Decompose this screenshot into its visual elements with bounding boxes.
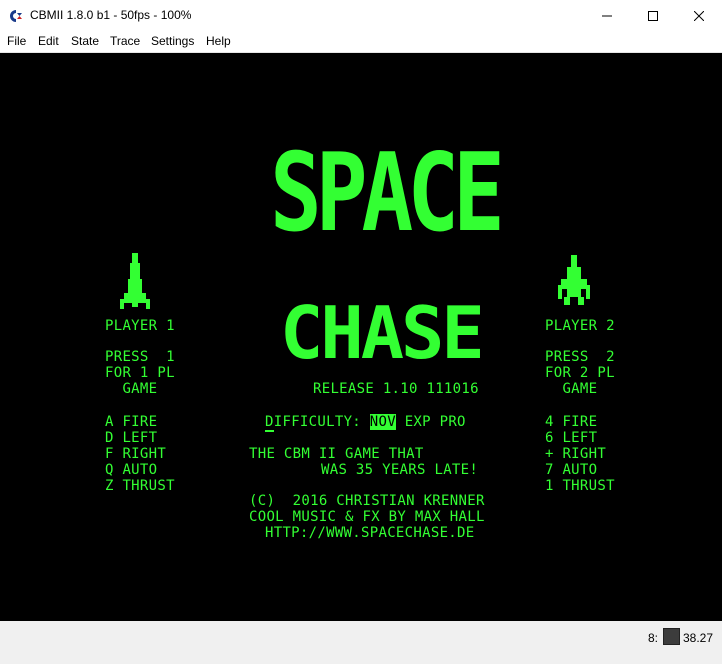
difficulty-options[interactable]: EXP PRO [405, 414, 466, 430]
logo-chase: CHASE [280, 291, 485, 375]
menu-help[interactable]: Help [206, 34, 231, 48]
difficulty-label: IFFICULTY: [273, 414, 362, 430]
menu-bar: File Edit State Trace Settings Help [0, 31, 722, 53]
difficulty-row: DIFFICULTY: NOV EXP PRO [265, 414, 466, 432]
player2-key: 4 FIRE [545, 414, 598, 430]
title-bar: CBMII 1.8.0 b1 - 50fps - 100% [0, 0, 722, 31]
maximize-icon [648, 10, 658, 21]
player1-key: Q AUTO [105, 462, 158, 478]
text-cursor: D [265, 414, 274, 432]
minimize-button[interactable] [584, 0, 630, 31]
credits-line: HTTP://WWW.SPACECHASE.DE [265, 525, 475, 541]
menu-settings[interactable]: Settings [151, 34, 194, 48]
logo-space: SPACE [270, 131, 505, 256]
drive-label: 8: [648, 631, 659, 645]
menu-edit[interactable]: Edit [38, 34, 59, 48]
player2-press-line: FOR 2 PL [545, 365, 615, 381]
maximize-button[interactable] [630, 0, 676, 31]
close-icon [694, 10, 704, 21]
status-value: 38.27 [683, 631, 714, 645]
player2-press-line: PRESS 2 [545, 349, 615, 365]
commodore-logo-icon [8, 8, 24, 24]
menu-state[interactable]: State [71, 34, 99, 48]
player1-key: Z THRUST [105, 478, 175, 494]
window-title: CBMII 1.8.0 b1 - 50fps - 100% [30, 8, 192, 22]
player1-press-line: FOR 1 PL [105, 365, 175, 381]
player2-key: 7 AUTO [545, 462, 598, 478]
player1-press-line: PRESS 1 [105, 349, 175, 365]
player1-title: PLAYER 1 [105, 318, 175, 334]
tagline-line: WAS 35 YEARS LATE! [321, 462, 479, 478]
menu-trace[interactable]: Trace [110, 34, 140, 48]
release-version: RELEASE 1.10 111016 [313, 381, 479, 397]
status-bar [0, 621, 722, 664]
tagline-line: THE CBM II GAME THAT [249, 446, 424, 462]
player1-press-line: GAME [105, 381, 158, 397]
player2-key: 6 LEFT [545, 430, 598, 446]
drive-led-indicator [663, 628, 680, 645]
credits-line: COOL MUSIC & FX BY MAX HALL [249, 509, 485, 525]
player2-ship-icon [558, 255, 590, 305]
player2-key: + RIGHT [545, 446, 607, 462]
player2-press-line: GAME [545, 381, 598, 397]
emulator-screen[interactable]: SPACE CHASE PLAYER 1 PRESS 1 FOR 1 PL GA… [0, 53, 722, 621]
minimize-icon [602, 15, 612, 16]
player1-key: D LEFT [105, 430, 158, 446]
player1-key: F RIGHT [105, 446, 167, 462]
difficulty-option-selected[interactable]: NOV [369, 414, 396, 430]
menu-file[interactable]: File [7, 34, 26, 48]
player2-key: 1 THRUST [545, 478, 615, 494]
player1-ship-icon [120, 253, 150, 309]
player2-title: PLAYER 2 [545, 318, 615, 334]
credits-line: (C) 2016 CHRISTIAN KRENNER [249, 493, 485, 509]
close-button[interactable] [676, 0, 722, 31]
player1-key: A FIRE [105, 414, 158, 430]
